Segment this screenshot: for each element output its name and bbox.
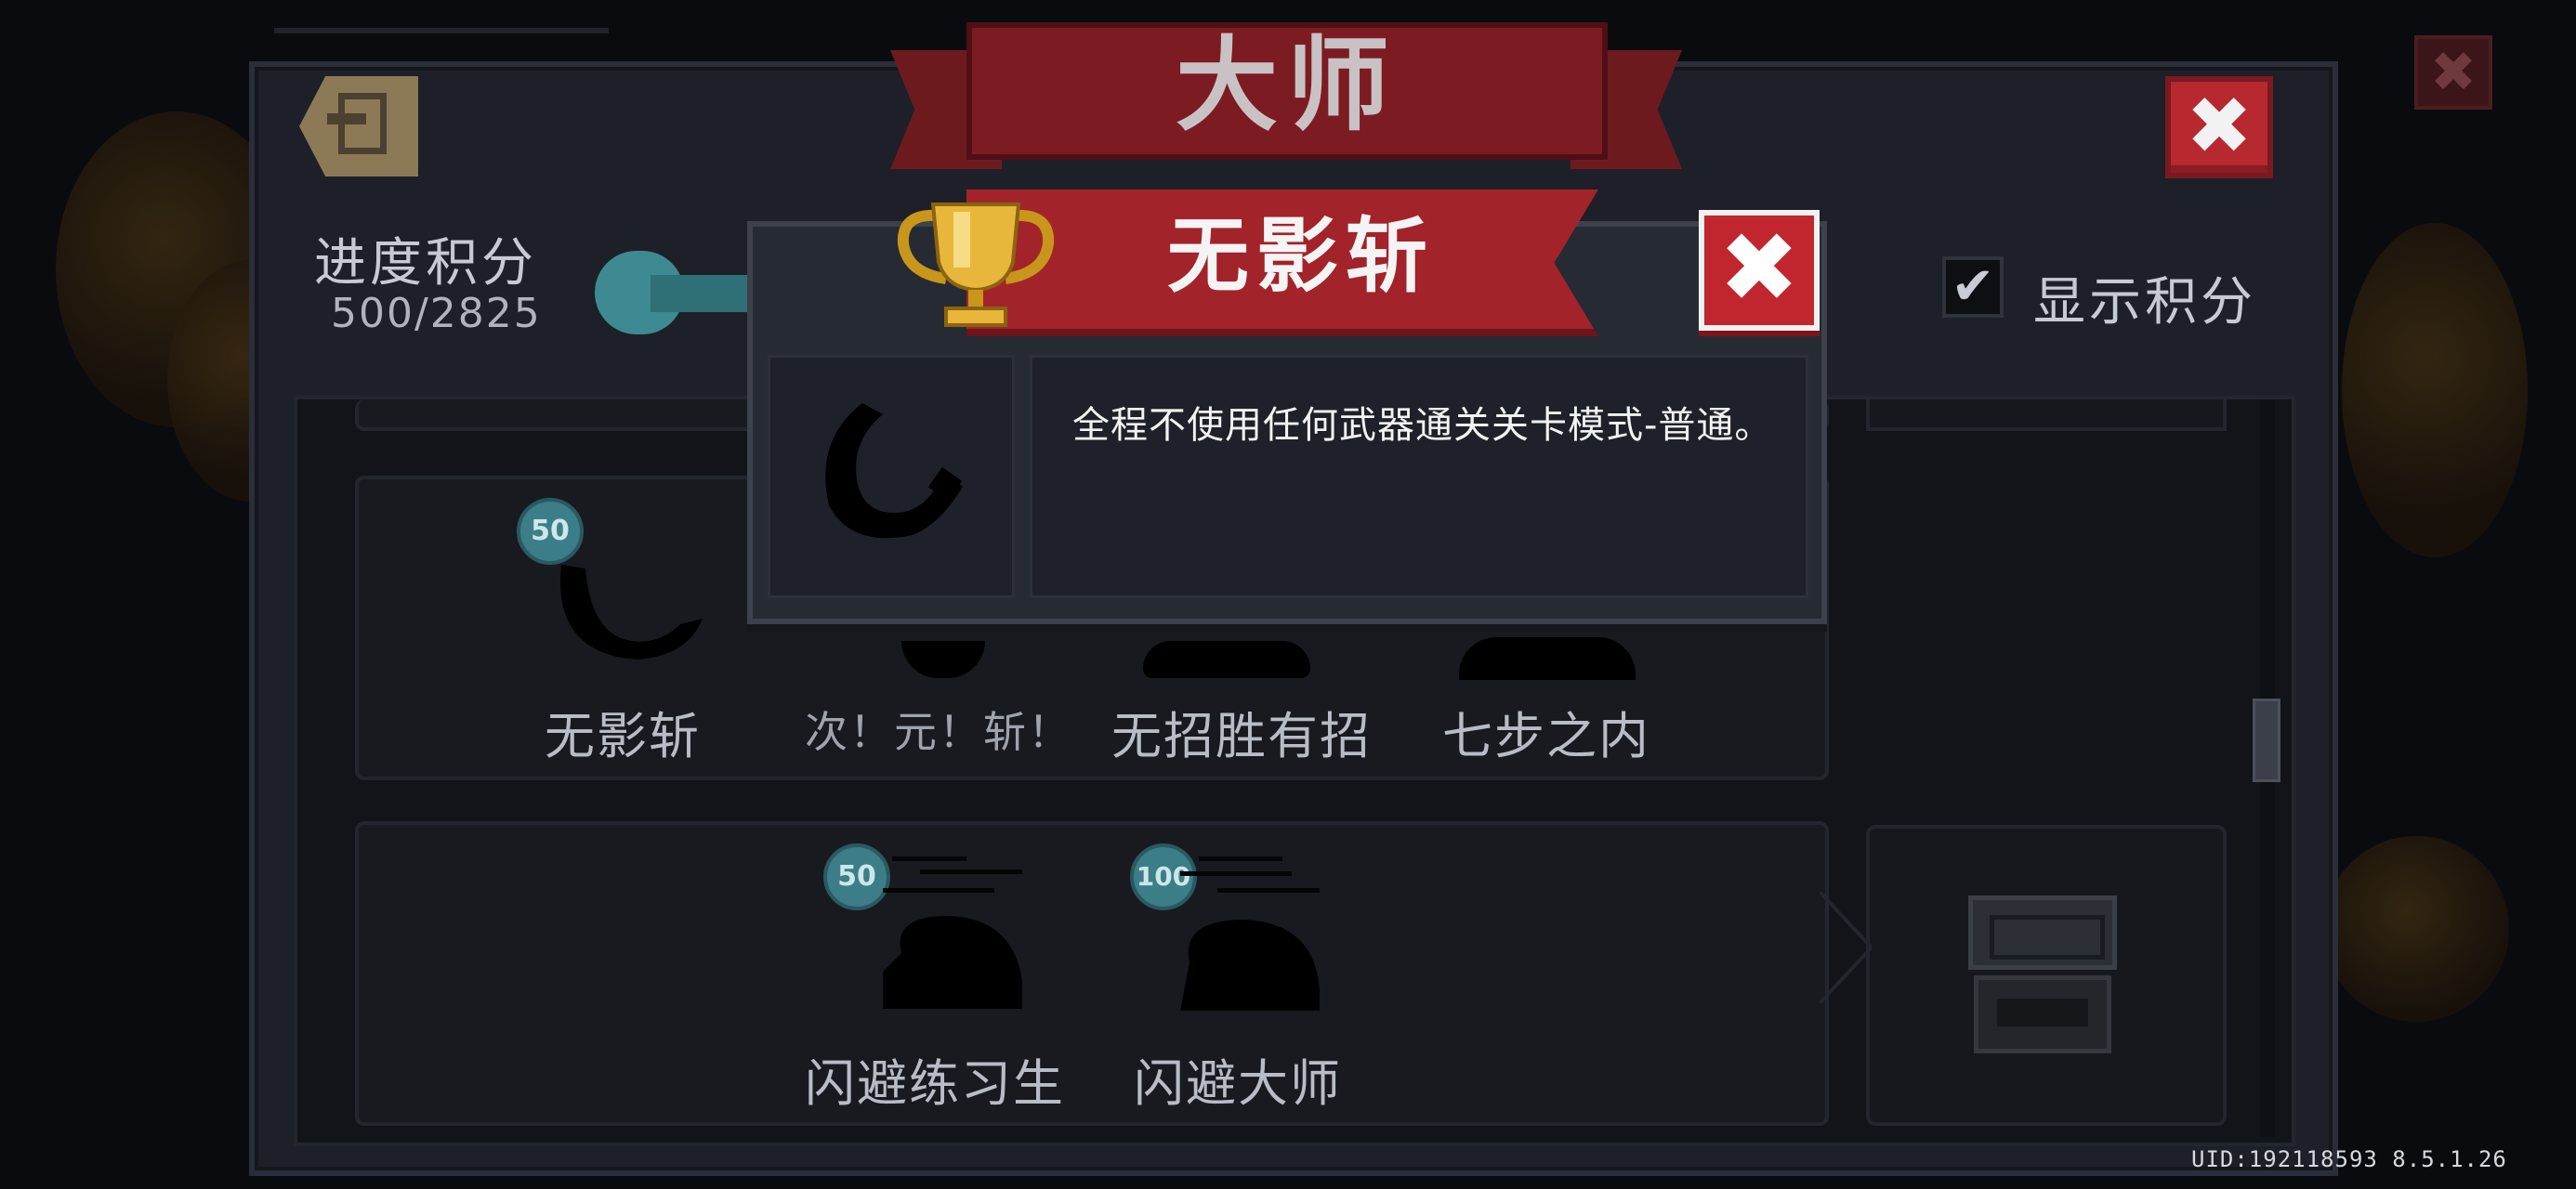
progress-label: 进度积分 [314,233,537,294]
background-coin-right [2342,223,2528,557]
reward-box-partial [1866,399,2227,431]
achievement-label[interactable]: 闪避大师 [1134,1042,1342,1116]
show-score-checkbox[interactable]: ✔ [1942,256,2004,318]
slash-icon [560,565,703,660]
exit-arrow-icon [327,113,366,124]
achievement-title: 无影斩 [1166,208,1435,304]
uid-version-label: UID:192118593 8.5.1.26 [2191,1146,2507,1172]
achievement-label[interactable]: 七步之内 [1442,695,1650,768]
treasure-chest-icon[interactable] [1968,895,2117,1053]
dodge-icon [883,856,1022,1009]
reward-box-notch [1820,892,1872,1003]
popup-description-frame [1030,355,1808,598]
dodge-master-icon [1180,856,1320,1011]
panel-close-button[interactable]: ✖ [2165,76,2273,178]
achievement-label[interactable]: 闪避练习生 [805,1042,1065,1116]
category-title: 大师 [1176,26,1399,145]
background-coin-right-2 [2323,836,2509,1022]
scrollbar-thumb[interactable] [2253,699,2280,782]
achievement-description: 全程不使用任何武器通关关卡模式-普通。 [1072,404,1773,447]
slash-icon [825,403,963,539]
achievement-label[interactable]: 无影斩 [545,695,701,768]
progress-value: 500/2825 [331,290,542,337]
achievement-label[interactable]: 无招胜有招 [1111,695,1372,768]
achievement-row [355,821,1829,1126]
achievement-icon-hidden [1143,641,1310,678]
progress-bar-fill [651,275,762,312]
achievement-icon-hidden [1459,637,1636,680]
achievement-label[interactable]: 次！元！斩！ [805,699,1072,760]
popup-close-button[interactable]: ✖ [1699,210,1820,331]
trophy-icon [897,203,1055,327]
background-close-icon: ✖ [2414,35,2492,110]
show-score-label: 显示积分 [2033,272,2256,333]
